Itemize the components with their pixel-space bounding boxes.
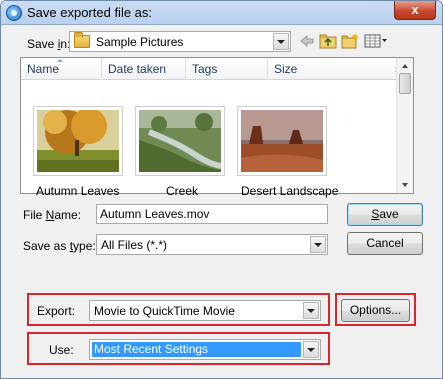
item-label[interactable]: Desert Landscape: [241, 184, 338, 198]
item-label[interactable]: Creek: [166, 184, 198, 198]
save-in-value: Sample Pictures: [96, 35, 184, 49]
save-in-label: Save in:: [27, 37, 71, 51]
column-tags[interactable]: Tags: [185, 58, 267, 80]
vertical-scrollbar[interactable]: [396, 58, 413, 193]
cancel-button[interactable]: Cancel: [347, 232, 423, 255]
save-dialog: Save exported file as: x Save in: Sample…: [0, 0, 443, 379]
save-as-type-combo[interactable]: All Files (*.*): [96, 234, 328, 255]
column-name[interactable]: Name: [21, 58, 101, 80]
chevron-down-icon[interactable]: [303, 302, 319, 319]
creek-image: [139, 110, 222, 172]
item-label[interactable]: Autumn Leaves: [36, 184, 119, 198]
scroll-thumb[interactable]: [399, 73, 411, 94]
column-header: Name Date taken Tags Size »: [21, 58, 413, 80]
close-button[interactable]: x: [394, 1, 436, 20]
save-as-type-label: Save as type:: [23, 239, 96, 253]
use-combo[interactable]: Most Recent Settings: [89, 339, 321, 360]
view-menu-icon[interactable]: [363, 32, 389, 50]
file-name-field[interactable]: [96, 204, 328, 224]
column-size[interactable]: Size: [267, 58, 347, 80]
back-arrow-icon[interactable]: [297, 32, 317, 50]
desert-landscape-image: [241, 110, 323, 172]
export-label: Export:: [37, 304, 76, 318]
chevron-down-icon[interactable]: [273, 33, 289, 50]
save-button[interactable]: Save: [347, 203, 423, 226]
new-folder-icon[interactable]: [340, 32, 360, 50]
save-as-type-value: All Files (*.*): [101, 238, 168, 252]
scroll-up-icon[interactable]: [398, 59, 412, 73]
save-in-combo[interactable]: Sample Pictures: [69, 31, 291, 52]
dialog-title: Save exported file as:: [27, 5, 153, 20]
column-date-taken[interactable]: Date taken: [101, 58, 185, 80]
folder-icon: [74, 32, 90, 48]
thumbnail-desert-landscape[interactable]: [237, 106, 327, 176]
use-label: Use:: [49, 343, 74, 357]
file-name-label: File Name:: [23, 208, 82, 222]
use-value: Most Recent Settings: [92, 342, 301, 357]
thumbnail-creek[interactable]: [135, 106, 225, 176]
chevron-down-icon[interactable]: [303, 341, 319, 358]
thumbnail-autumn-leaves[interactable]: [33, 106, 123, 176]
options-button[interactable]: Options...: [341, 299, 410, 322]
autumn-leaves-image: [37, 108, 119, 172]
export-value: Movie to QuickTime Movie: [94, 304, 235, 318]
export-combo[interactable]: Movie to QuickTime Movie: [89, 300, 321, 321]
title-bar: Save exported file as: x: [1, 1, 442, 25]
up-folder-icon[interactable]: [318, 32, 338, 50]
scroll-down-icon[interactable]: [398, 178, 412, 192]
chevron-down-icon[interactable]: [310, 236, 326, 253]
quicktime-app-icon: [6, 5, 22, 21]
file-list[interactable]: Name Date taken Tags Size » Autumn Leave…: [20, 57, 414, 198]
